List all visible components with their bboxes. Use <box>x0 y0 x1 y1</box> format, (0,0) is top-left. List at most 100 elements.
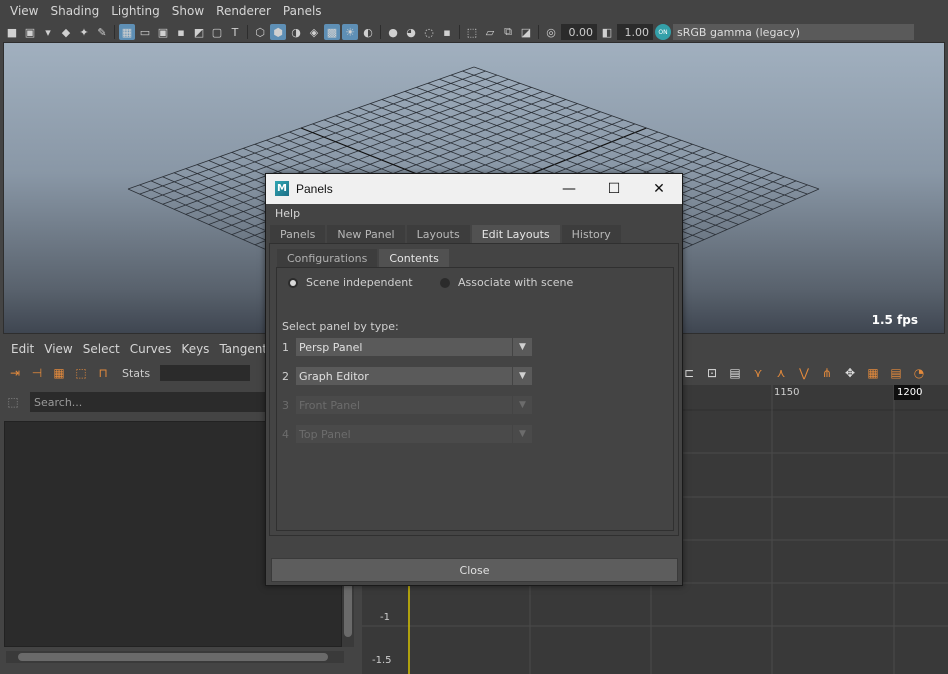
depth-of-field-icon[interactable]: ▪ <box>439 24 455 40</box>
fps-readout: 1.5 fps <box>871 313 918 327</box>
exposure-icon[interactable]: ◎ <box>543 24 559 40</box>
motion-blur-icon[interactable]: ◕ <box>403 24 419 40</box>
camera-attributes-icon[interactable]: ▣ <box>22 24 38 40</box>
menu-view[interactable]: View <box>4 4 44 18</box>
panel-type-dropdown-3: Front Panel ▼ <box>296 396 532 414</box>
panel-row-2: 2 Graph Editor ▼ <box>282 367 532 385</box>
scroll-thumb[interactable] <box>18 653 328 661</box>
toolbar-divider <box>247 25 248 39</box>
subtab-contents[interactable]: Contents <box>379 249 449 267</box>
linear-tangent-icon[interactable]: ⋁ <box>795 364 813 382</box>
time-editor-icon[interactable]: ▤ <box>887 364 905 382</box>
spline-tangent-icon[interactable]: ⋏ <box>772 364 790 382</box>
menu-shading[interactable]: Shading <box>44 4 105 18</box>
dialog-titlebar[interactable]: M Panels — ☐ ✕ <box>266 174 682 204</box>
color-space-dropdown[interactable]: sRGB gamma (legacy) <box>673 24 914 40</box>
gamma-field[interactable]: 1.00 <box>617 24 653 40</box>
filter-icon[interactable]: ⬚ <box>4 393 22 411</box>
ge-menu-edit[interactable]: Edit <box>6 342 39 356</box>
buffer-curve-icon[interactable]: ⊡ <box>703 364 721 382</box>
gate-mask-icon[interactable]: ▪ <box>173 24 189 40</box>
ge-menu-view[interactable]: View <box>39 342 77 356</box>
scroll-thumb[interactable] <box>344 581 352 637</box>
ge-menu-select[interactable]: Select <box>78 342 125 356</box>
film-gate-icon[interactable]: ▭ <box>137 24 153 40</box>
y-tick-label: -1 <box>380 612 390 623</box>
tab-history[interactable]: History <box>561 225 621 243</box>
tab-panels[interactable]: Panels <box>270 225 326 243</box>
isolate-select-icon[interactable]: ⬚ <box>464 24 480 40</box>
panel-row-3: 3 Front Panel ▼ <box>282 396 532 414</box>
flat-tangent-icon[interactable]: ⋔ <box>818 364 836 382</box>
2d-pan-icon[interactable]: ✦ <box>76 24 92 40</box>
move-key-icon[interactable]: ⇥ <box>6 364 24 382</box>
close-window-button[interactable]: ✕ <box>636 174 682 204</box>
retime-icon[interactable]: ⊓ <box>94 364 112 382</box>
xray-components-icon[interactable]: ◪ <box>518 24 534 40</box>
image-plane-icon[interactable]: ◆ <box>58 24 74 40</box>
move-nearest-icon[interactable]: ✥ <box>841 364 859 382</box>
menu-panels[interactable]: Panels <box>277 4 328 18</box>
subtab-configurations[interactable]: Configurations <box>277 249 378 267</box>
safe-title-icon[interactable]: T <box>227 24 243 40</box>
buffer-swap-icon[interactable]: ▤ <box>726 364 744 382</box>
dialog-subtabs: Configurations Contents <box>277 249 451 267</box>
minimize-button[interactable]: — <box>546 174 592 204</box>
menu-show[interactable]: Show <box>166 4 210 18</box>
smooth-shade-icon[interactable]: ⬢ <box>270 24 286 40</box>
stats-field[interactable] <box>160 365 251 381</box>
exposure-field[interactable]: 0.00 <box>561 24 597 40</box>
panel-type-dropdown-2[interactable]: Graph Editor ▼ <box>296 367 532 385</box>
field-chart-icon[interactable]: ◩ <box>191 24 207 40</box>
dialog-tabs: Panels New Panel Layouts Edit Layouts Hi… <box>270 225 623 243</box>
panels-dialog: M Panels — ☐ ✕ Help Panels New Panel Lay… <box>265 173 683 586</box>
menu-lighting[interactable]: Lighting <box>105 4 166 18</box>
xray-joints-icon[interactable]: ⧉ <box>500 24 516 40</box>
menu-renderer[interactable]: Renderer <box>210 4 277 18</box>
menu-help[interactable]: Help <box>275 207 300 220</box>
dope-sheet-icon[interactable]: ▦ <box>864 364 882 382</box>
shadows-icon[interactable]: ◐ <box>360 24 376 40</box>
insert-key-icon[interactable]: ⊣ <box>28 364 46 382</box>
lattice-deform-icon[interactable]: ▦ <box>50 364 68 382</box>
reload-icon[interactable]: ◔ <box>910 364 928 382</box>
camera-icon[interactable]: ■ <box>4 24 20 40</box>
panel-number: 4 <box>282 427 289 441</box>
auto-tangent-icon[interactable]: ⋎ <box>749 364 767 382</box>
viewport-menubar: View Shading Lighting Show Renderer Pane… <box>0 0 948 22</box>
maximize-button[interactable]: ☐ <box>591 174 637 204</box>
tab-layouts[interactable]: Layouts <box>406 225 470 243</box>
color-management-icon[interactable]: ON <box>655 24 671 40</box>
default-material-icon[interactable]: ◑ <box>288 24 304 40</box>
outliner-horizontal-scrollbar[interactable] <box>6 651 344 663</box>
ge-menu-curves[interactable]: Curves <box>125 342 177 356</box>
chevron-down-icon: ▼ <box>512 367 532 385</box>
lights-icon[interactable]: ☀ <box>342 24 358 40</box>
bookmark-icon[interactable]: ▾ <box>40 24 56 40</box>
textured-icon[interactable]: ▩ <box>324 24 340 40</box>
ge-menu-keys[interactable]: Keys <box>176 342 214 356</box>
wireframe-on-shaded-icon[interactable]: ◈ <box>306 24 322 40</box>
resolution-gate-icon[interactable]: ▣ <box>155 24 171 40</box>
graph-editor-tangent-tools: ⊏ ⊡ ▤ ⋎ ⋏ ⋁ ⋔ ✥ ▦ ▤ ◔ <box>680 361 928 385</box>
safe-action-icon[interactable]: ▢ <box>209 24 225 40</box>
current-frame-marker[interactable]: 1200 <box>894 385 922 400</box>
tab-new-panel[interactable]: New Panel <box>327 225 405 243</box>
screen-space-ao-icon[interactable]: ● <box>385 24 401 40</box>
grease-pencil-icon[interactable]: ✎ <box>94 24 110 40</box>
grid-icon[interactable]: ▦ <box>119 24 135 40</box>
region-select-icon[interactable]: ⬚ <box>72 364 90 382</box>
radio-associate-with-scene[interactable]: Associate with scene <box>440 276 573 289</box>
gamma-icon[interactable]: ◧ <box>599 24 615 40</box>
radio-scene-independent[interactable]: Scene independent <box>288 276 413 289</box>
wireframe-icon[interactable]: ⬡ <box>252 24 268 40</box>
panel-type-dropdown-1[interactable]: Persp Panel ▼ <box>296 338 532 356</box>
xray-icon[interactable]: ▱ <box>482 24 498 40</box>
search-input[interactable] <box>30 392 280 412</box>
anti-aliasing-icon[interactable]: ◌ <box>421 24 437 40</box>
tab-edit-layouts[interactable]: Edit Layouts <box>471 225 560 243</box>
close-button[interactable]: Close <box>271 558 678 582</box>
radio-label: Scene independent <box>306 276 413 289</box>
dropdown-value: Persp Panel <box>299 340 363 354</box>
panel-row-1: 1 Persp Panel ▼ <box>282 338 532 356</box>
